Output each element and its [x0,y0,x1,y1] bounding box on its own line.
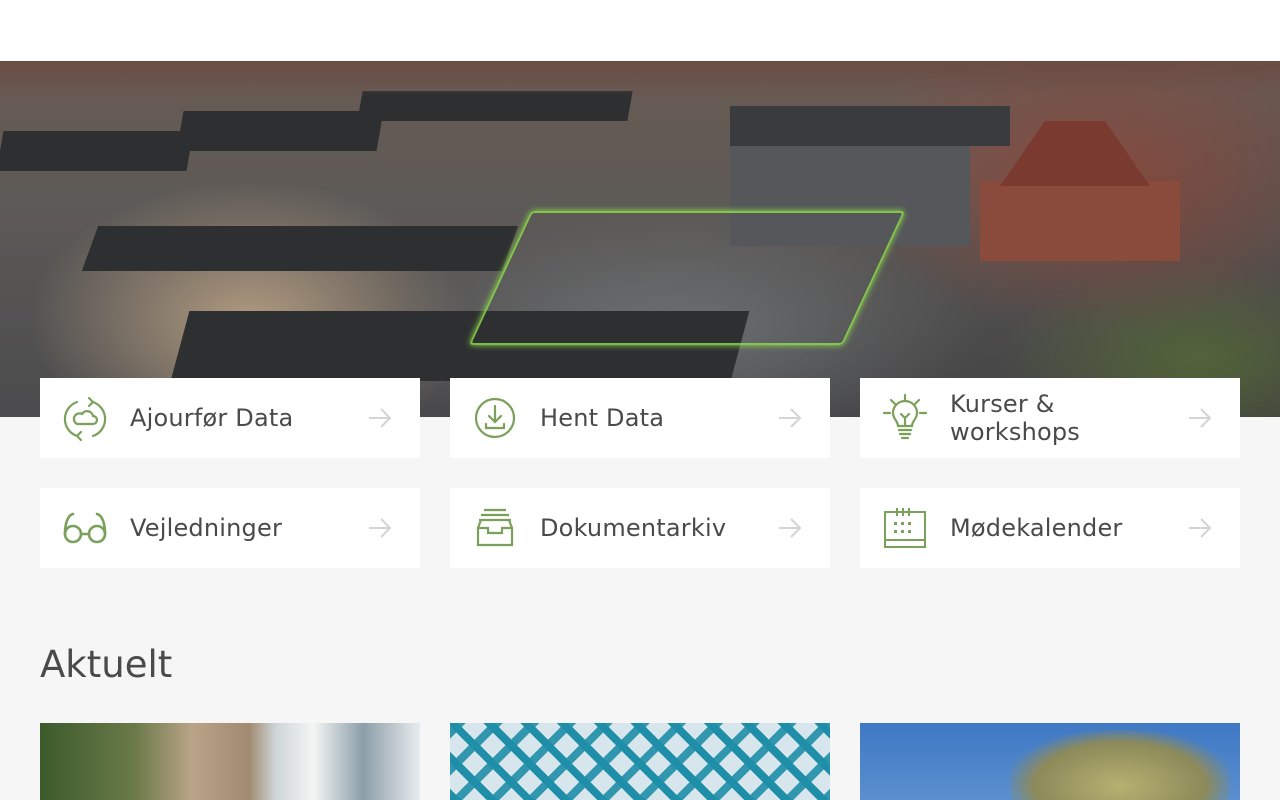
tile-hent-data[interactable]: Hent Data [450,378,830,458]
tile-ajourfor-data[interactable]: Ajourfør Data [40,378,420,458]
arrow-right-icon [775,408,805,428]
arrow-right-icon [775,518,805,538]
cloud-sync-icon [60,393,110,443]
section-heading-aktuelt: Aktuelt [40,643,173,686]
tile-label: Vejledninger [130,514,283,542]
arrow-right-icon [365,408,395,428]
calendar-icon [880,503,930,553]
download-icon [470,393,520,443]
tile-label: Mødekalender [950,514,1123,542]
arrow-right-icon [1185,518,1215,538]
tile-dokumentarkiv[interactable]: Dokumentarkiv [450,488,830,568]
news-card-image-tree[interactable] [860,723,1240,800]
news-card-image-coast[interactable] [40,723,420,800]
top-header-bar [0,0,1280,61]
arrow-right-icon [365,518,395,538]
tile-label: Dokumentarkiv [540,514,727,542]
tile-label: Ajourfør Data [130,404,294,432]
archive-tray-icon [470,503,520,553]
tile-vejledninger[interactable]: Vejledninger [40,488,420,568]
tile-kurser-workshops[interactable]: Kurser & workshops [860,378,1240,458]
news-card-image-bridge[interactable] [450,723,830,800]
tile-modekalender[interactable]: Mødekalender [860,488,1240,568]
hero-aerial-image [0,61,1280,417]
lightbulb-icon [880,393,930,443]
glasses-icon [60,503,110,553]
tile-label: Kurser & workshops [950,390,1081,446]
arrow-right-icon [1185,408,1215,428]
tile-label: Hent Data [540,404,665,432]
